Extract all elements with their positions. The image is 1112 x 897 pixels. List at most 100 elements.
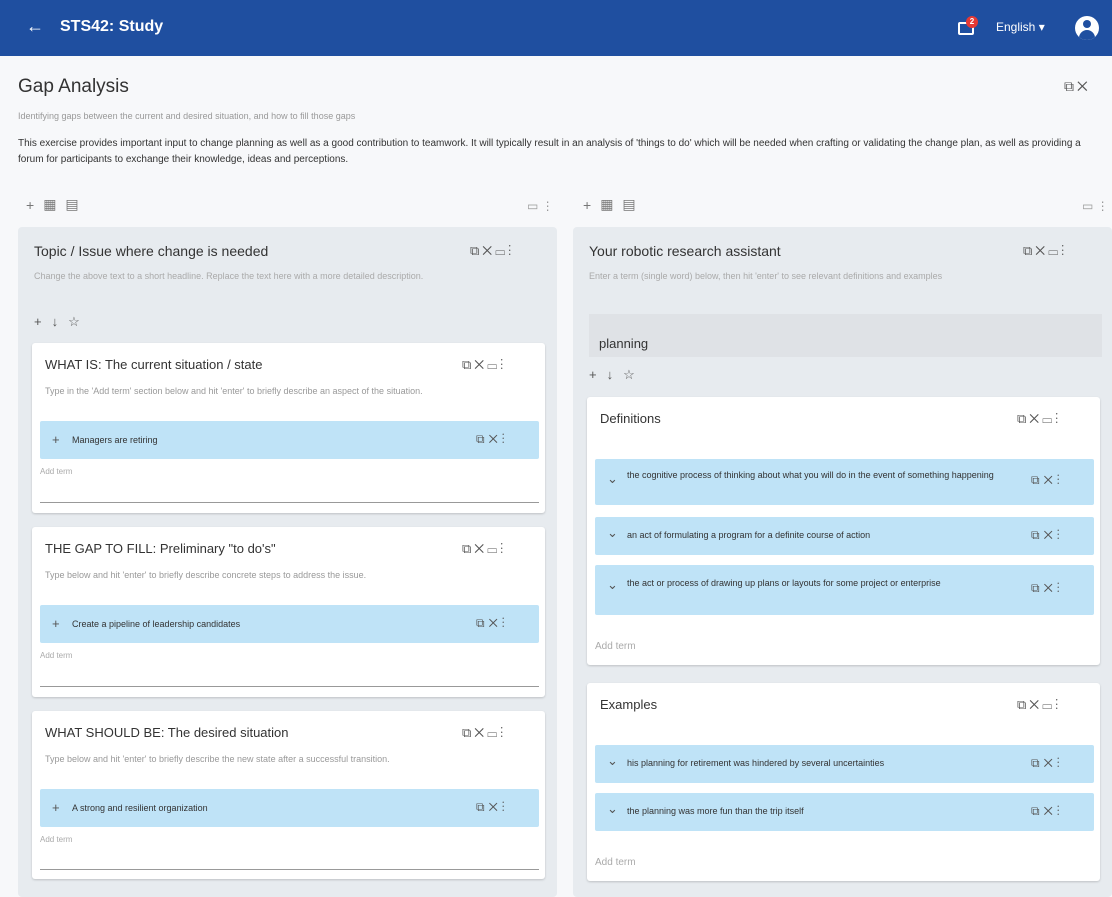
more-icon[interactable]: ⋮: [1057, 473, 1064, 487]
definition-item[interactable]: ⌄ an act of formulating a program for a …: [595, 517, 1094, 555]
copy-icon[interactable]: ⧉: [476, 432, 489, 446]
card-title[interactable]: THE GAP TO FILL: Preliminary "to do's": [45, 541, 276, 556]
term-item[interactable]: + A strong and resilient organization ⧉✕…: [40, 789, 539, 827]
column-title[interactable]: Topic / Issue where change is needed: [34, 243, 268, 259]
definition-item[interactable]: ⌄ the cognitive process of thinking abou…: [595, 459, 1094, 505]
expand-plus-icon[interactable]: +: [52, 616, 60, 631]
close-icon[interactable]: ✕: [1077, 78, 1091, 94]
card-title[interactable]: WHAT IS: The current situation / state: [45, 357, 262, 372]
add-term-input[interactable]: [40, 686, 539, 687]
calendar-icon[interactable]: ▭: [487, 541, 500, 556]
arrow-down-icon[interactable]: ↓: [52, 314, 69, 329]
term-item[interactable]: + Create a pipeline of leadership candid…: [40, 605, 539, 643]
copy-icon[interactable]: ⧉: [1031, 528, 1044, 542]
chevron-down-icon[interactable]: ⌄: [607, 753, 618, 769]
grid-icon[interactable]: ▦: [600, 196, 613, 213]
term-item[interactable]: + Managers are retiring ⧉✕⋮: [40, 421, 539, 459]
close-icon[interactable]: ✕: [474, 541, 487, 556]
calendar-icon[interactable]: ▭: [487, 357, 500, 372]
chevron-down-icon[interactable]: ⌄: [607, 801, 618, 817]
add-term-input[interactable]: [40, 869, 539, 870]
copy-icon[interactable]: ⧉: [462, 725, 474, 740]
close-icon[interactable]: ✕: [489, 800, 502, 814]
copy-icon[interactable]: ⧉: [1031, 756, 1044, 770]
grid-icon[interactable]: ▦: [43, 196, 56, 213]
arrow-down-icon[interactable]: ↓: [607, 367, 624, 382]
copy-icon[interactable]: ⧉: [1031, 804, 1044, 818]
close-icon[interactable]: ✕: [482, 243, 495, 258]
close-icon[interactable]: ✕: [1044, 473, 1057, 487]
add-icon[interactable]: +: [34, 314, 52, 329]
chevron-down-icon[interactable]: ⌄: [607, 577, 618, 593]
more-icon[interactable]: ⋮: [1057, 756, 1064, 770]
more-icon[interactable]: ⋮: [502, 432, 509, 446]
expand-plus-icon[interactable]: +: [52, 432, 60, 447]
column-title[interactable]: Your robotic research assistant: [589, 243, 781, 259]
card-title[interactable]: Examples: [600, 697, 657, 712]
copy-icon[interactable]: ⧉: [1064, 78, 1077, 94]
card-title[interactable]: Definitions: [600, 411, 661, 426]
more-icon[interactable]: ⋮: [1055, 411, 1061, 426]
add-term-input[interactable]: Add term: [595, 857, 636, 868]
calendar-icon[interactable]: ▭: [495, 243, 508, 258]
more-icon[interactable]: ⋮: [1057, 804, 1064, 818]
card-title[interactable]: WHAT SHOULD BE: The desired situation: [45, 725, 288, 740]
copy-icon[interactable]: ⧉: [1031, 581, 1044, 595]
more-icon[interactable]: ⋮: [1057, 528, 1064, 542]
more-icon[interactable]: ⋮: [500, 357, 506, 372]
back-arrow-icon[interactable]: ←: [26, 16, 44, 37]
close-icon[interactable]: ✕: [474, 357, 487, 372]
list-icon[interactable]: ▤: [622, 196, 635, 213]
notifications-icon[interactable]: 2: [958, 16, 980, 38]
language-selector[interactable]: English ▾: [996, 20, 1045, 34]
close-icon[interactable]: ✕: [1035, 243, 1048, 258]
add-term-input[interactable]: Add term: [595, 641, 636, 652]
copy-icon[interactable]: ⧉: [1023, 243, 1035, 258]
calendar-icon[interactable]: ▭: [487, 725, 500, 740]
list-icon[interactable]: ▤: [65, 196, 78, 213]
add-icon[interactable]: +: [589, 367, 607, 382]
pin-icon[interactable]: ☆: [623, 367, 645, 382]
pin-icon[interactable]: ☆: [68, 314, 90, 329]
more-icon[interactable]: ⋮: [500, 725, 506, 740]
expand-plus-icon[interactable]: +: [52, 800, 60, 815]
copy-icon[interactable]: ⧉: [470, 243, 482, 258]
more-icon[interactable]: ⋮: [1055, 697, 1061, 712]
close-icon[interactable]: ✕: [489, 616, 502, 630]
term-search-input[interactable]: planning: [589, 314, 1102, 357]
copy-icon[interactable]: ⧉: [1017, 411, 1029, 426]
close-icon[interactable]: ✕: [1029, 411, 1042, 426]
calendar-icon[interactable]: ▭: [1048, 243, 1061, 258]
definition-item[interactable]: ⌄ the act or process of drawing up plans…: [595, 565, 1094, 615]
close-icon[interactable]: ✕: [1044, 528, 1057, 542]
close-icon[interactable]: ✕: [1044, 581, 1057, 595]
example-item[interactable]: ⌄ the planning was more fun than the tri…: [595, 793, 1094, 831]
add-icon[interactable]: +: [26, 197, 34, 213]
more-icon[interactable]: ⋮: [502, 800, 509, 814]
left-column-menu[interactable]: ▭ ⋮: [527, 199, 554, 213]
chevron-down-icon[interactable]: ⌄: [607, 525, 618, 541]
copy-icon[interactable]: ⧉: [476, 616, 489, 630]
close-icon[interactable]: ✕: [489, 432, 502, 446]
more-icon[interactable]: ⋮: [1057, 581, 1064, 595]
chevron-down-icon[interactable]: ⌄: [607, 471, 618, 487]
close-icon[interactable]: ✕: [1029, 697, 1042, 712]
add-term-input[interactable]: [40, 502, 539, 503]
copy-icon[interactable]: ⧉: [476, 800, 489, 814]
close-icon[interactable]: ✕: [1044, 804, 1057, 818]
example-item[interactable]: ⌄ his planning for retirement was hinder…: [595, 745, 1094, 783]
close-icon[interactable]: ✕: [474, 725, 487, 740]
copy-icon[interactable]: ⧉: [1017, 697, 1029, 712]
more-icon[interactable]: ⋮: [500, 541, 506, 556]
close-icon[interactable]: ✕: [1044, 756, 1057, 770]
copy-icon[interactable]: ⧉: [1031, 473, 1044, 487]
calendar-icon[interactable]: ▭: [1042, 697, 1055, 712]
copy-icon[interactable]: ⧉: [462, 357, 474, 372]
more-icon[interactable]: ⋮: [502, 616, 509, 630]
more-icon[interactable]: ⋮: [508, 243, 514, 258]
calendar-icon[interactable]: ▭: [1042, 411, 1055, 426]
add-icon[interactable]: +: [583, 197, 591, 213]
right-column-menu[interactable]: ▭ ⋮: [1082, 199, 1109, 213]
copy-icon[interactable]: ⧉: [462, 541, 474, 556]
account-avatar-icon[interactable]: [1075, 16, 1099, 40]
